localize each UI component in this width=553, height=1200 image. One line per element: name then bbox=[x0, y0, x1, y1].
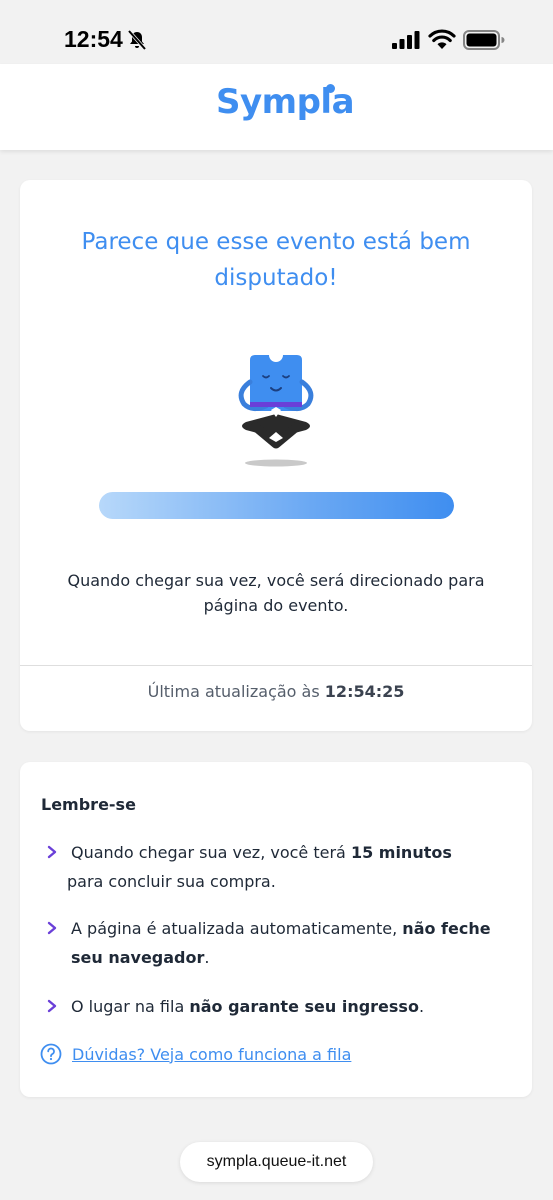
reminder-text: A página é atualizada automaticamente, bbox=[71, 919, 403, 938]
queue-progress-fill bbox=[99, 492, 454, 519]
reminder-bold: 15 minutos bbox=[350, 843, 452, 862]
reminder-bold: não garante seu ingresso bbox=[189, 997, 419, 1016]
last-update-label: Última atualização às bbox=[147, 682, 320, 701]
queue-title: Parece que esse evento está bem disputad… bbox=[81, 229, 471, 291]
reminder-text: . bbox=[418, 997, 425, 1016]
status-bar: 12:54 bbox=[0, 0, 553, 64]
reminder-text: Quando chegar sua vez, você terá bbox=[71, 843, 351, 862]
reminder-card: Lembre-se Quando chegar sua vez, você te… bbox=[20, 762, 532, 1097]
reminder-heading: Lembre-se bbox=[41, 795, 136, 814]
chevron-right-icon bbox=[47, 845, 57, 859]
redirect-message: Quando chegar sua vez, você será direcio… bbox=[67, 571, 485, 615]
help-link-text[interactable]: Dúvidas? Veja como funciona a fila bbox=[72, 1045, 351, 1064]
reminder-text: para concluir sua compra. bbox=[67, 872, 276, 891]
wifi-icon bbox=[428, 29, 456, 49]
signal-icon bbox=[392, 31, 420, 49]
logo-dot bbox=[326, 84, 335, 93]
chevron-right-icon bbox=[47, 921, 57, 935]
reminder-item: A página é atualizada automaticamente, n… bbox=[46, 914, 506, 972]
question-circle-icon bbox=[40, 1043, 62, 1065]
status-time: 12:54 bbox=[64, 26, 123, 52]
last-update: Última atualização às 12:54:25 bbox=[20, 682, 532, 701]
bell-slash-icon bbox=[127, 29, 147, 51]
queue-card: Parece que esse evento está bem disputad… bbox=[20, 180, 532, 731]
queue-help-link[interactable]: Dúvidas? Veja como funciona a fila bbox=[40, 1042, 351, 1066]
reminder-text: . bbox=[204, 948, 210, 967]
battery-icon bbox=[463, 30, 505, 50]
reminder-item: Quando chegar sua vez, você terá 15 minu… bbox=[46, 838, 506, 896]
reminder-item: O lugar na fila não garante seu ingresso… bbox=[46, 992, 506, 1021]
reminder-text: O lugar na fila bbox=[71, 997, 190, 1016]
browser-url-bar[interactable]: sympla.queue-it.net bbox=[180, 1142, 373, 1182]
card-divider bbox=[20, 665, 532, 666]
last-update-time: 12:54:25 bbox=[324, 682, 405, 701]
queue-progress-bar bbox=[99, 492, 454, 519]
chevron-right-icon bbox=[47, 999, 57, 1013]
meditating-ticket-mascot-illustration bbox=[238, 355, 314, 467]
